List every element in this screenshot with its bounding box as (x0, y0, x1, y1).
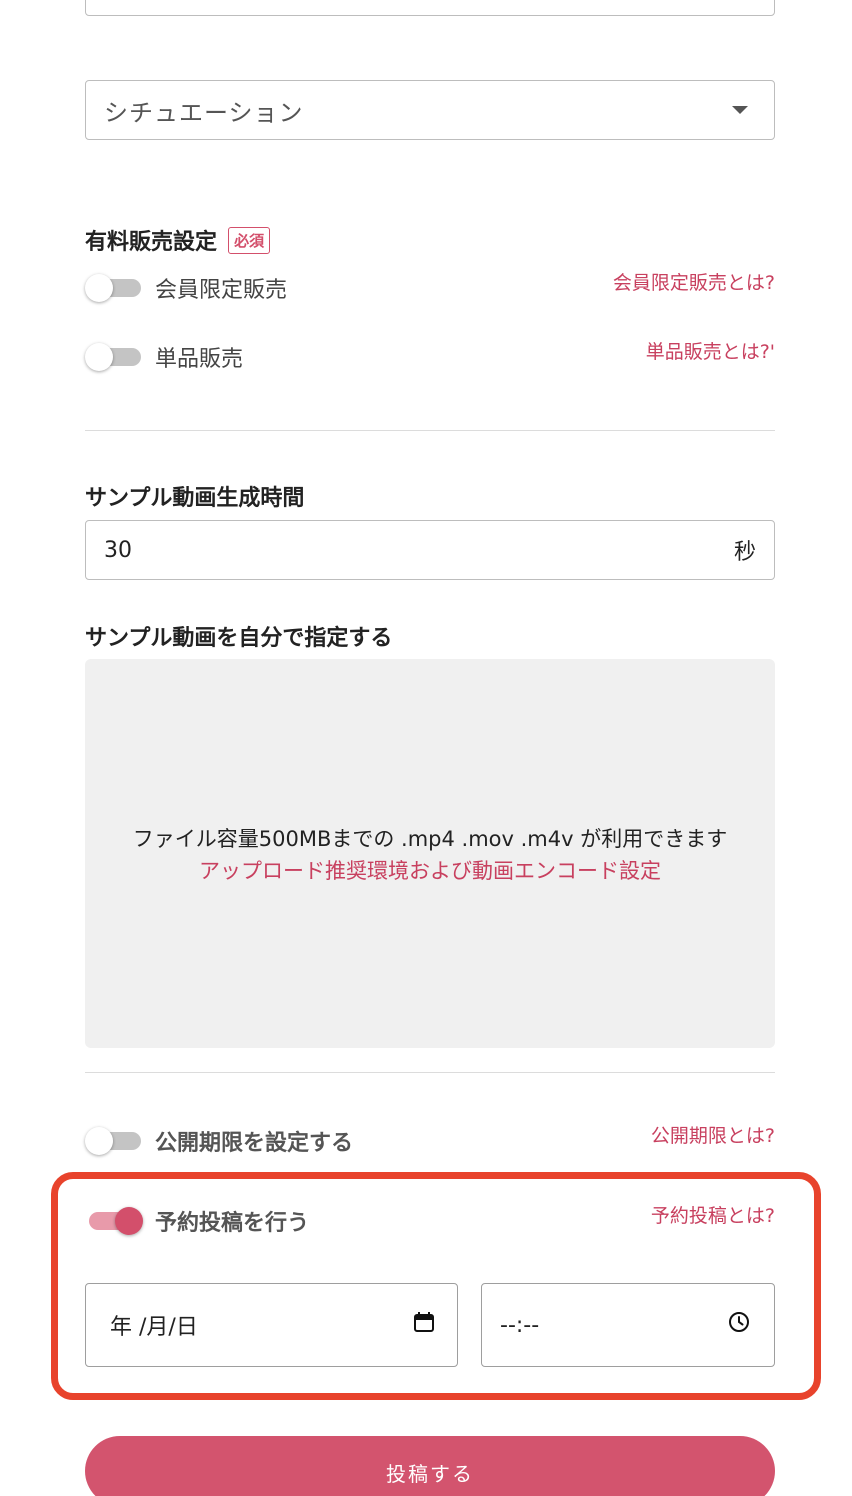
toggle-knob (85, 1127, 113, 1155)
required-badge: 必須 (228, 227, 271, 254)
toggle-knob (85, 274, 113, 302)
member-only-sales-help-link[interactable]: 会員限定販売とは? (613, 268, 775, 295)
upload-settings-link[interactable]: アップロード推奨環境および動画エンコード設定 (199, 855, 661, 885)
situation-select-placeholder: シチュエーション (104, 98, 304, 127)
single-item-sales-row: 単品販売 単品販売とは?' (85, 337, 775, 377)
single-item-sales-label: 単品販売 (155, 347, 244, 372)
sample-custom-title: サンプル動画を自分で指定する (85, 626, 393, 651)
paid-sales-title: 有料販売設定 (85, 230, 218, 255)
member-only-sales-toggle[interactable] (85, 274, 141, 302)
sample-duration-unit: 秒 (733, 540, 756, 565)
situation-select[interactable]: シチュエーション (85, 80, 775, 140)
single-item-sales-toggle[interactable] (85, 343, 141, 371)
member-only-sales-row: 会員限定販売 会員限定販売とは? (85, 268, 775, 308)
section-divider (85, 430, 775, 431)
publish-limit-help-link[interactable]: 公開期限とは? (651, 1121, 775, 1148)
sample-video-upload-area[interactable]: ファイル容量500MBまでの .mp4 .mov .m4v が利用できます アッ… (85, 659, 775, 1048)
previous-input-field[interactable] (85, 0, 775, 16)
clock-icon[interactable] (728, 1311, 750, 1339)
publish-limit-row: 公開期限を設定する 公開期限とは? (85, 1121, 775, 1161)
post-form-page: シチュエーション 有料販売設定 必須 会員限定販売 会員限定販売とは? 単品販売… (0, 0, 852, 1496)
toggle-knob (115, 1207, 143, 1235)
submit-post-button[interactable]: 投稿する (85, 1436, 775, 1496)
chevron-down-icon (732, 106, 748, 114)
scheduled-time-input[interactable]: --:-- (481, 1283, 775, 1367)
toggle-knob (85, 343, 113, 371)
scheduled-post-help-link[interactable]: 予約投稿とは? (651, 1201, 775, 1228)
publish-limit-toggle[interactable] (85, 1127, 141, 1155)
calendar-icon[interactable] (413, 1311, 435, 1339)
sample-duration-value: 30 (104, 537, 132, 563)
scheduled-date-input[interactable]: 年 /月/日 (85, 1283, 458, 1367)
member-only-sales-label: 会員限定販売 (155, 278, 288, 303)
scheduled-post-label: 予約投稿を行う (155, 1211, 310, 1236)
date-placeholder: 年 /月/日 (110, 1315, 198, 1340)
single-item-sales-help-link[interactable]: 単品販売とは?' (646, 337, 775, 364)
section-divider (85, 1072, 775, 1073)
upload-instructions: ファイル容量500MBまでの .mp4 .mov .m4v が利用できます (132, 826, 728, 851)
scheduled-post-row: 予約投稿を行う 予約投稿とは? (85, 1201, 775, 1241)
sample-duration-title: サンプル動画生成時間 (85, 486, 305, 511)
sample-duration-input[interactable]: 30 秒 (85, 520, 775, 580)
time-placeholder: --:-- (500, 1312, 540, 1338)
paid-sales-heading: 有料販売設定 必須 (85, 224, 271, 256)
scheduled-post-toggle[interactable] (85, 1207, 143, 1235)
publish-limit-label: 公開期限を設定する (155, 1131, 354, 1156)
